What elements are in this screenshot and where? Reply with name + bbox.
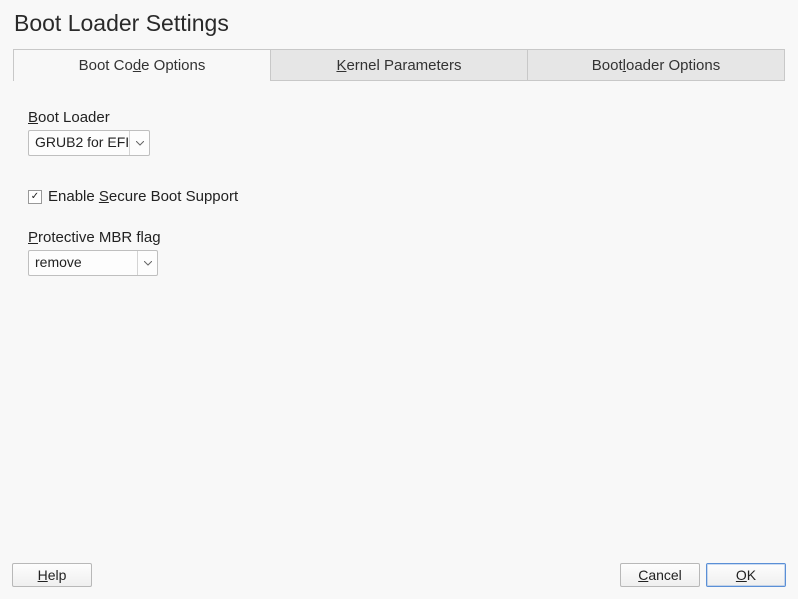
tab-kernel-parameters[interactable]: Kernel Parameters: [270, 49, 528, 80]
tab-bootloader-options[interactable]: Bootloader Options: [527, 49, 785, 80]
page-title: Boot Loader Settings: [0, 0, 798, 43]
button-label: Cancel: [638, 567, 682, 583]
mbr-label: Protective MBR flag: [28, 229, 770, 246]
chevron-down-icon: [137, 251, 157, 275]
footer: Help Cancel OK: [0, 553, 798, 599]
secure-boot-checkbox[interactable]: ✓: [28, 190, 42, 204]
boot-loader-label: Boot Loader: [28, 109, 770, 126]
mbr-select[interactable]: remove: [28, 250, 158, 276]
help-button[interactable]: Help: [12, 563, 92, 587]
cancel-button[interactable]: Cancel: [620, 563, 700, 587]
tabs: Boot Code Options Kernel Parameters Boot…: [13, 49, 785, 81]
chevron-down-icon: [129, 131, 149, 155]
ok-button[interactable]: OK: [706, 563, 786, 587]
button-label: Help: [38, 567, 67, 583]
tab-content: Boot Loader GRUB2 for EFI ✓ Enable Secur…: [0, 81, 798, 276]
button-label: OK: [736, 567, 756, 583]
secure-boot-label: Enable Secure Boot Support: [48, 188, 238, 205]
secure-boot-row: ✓ Enable Secure Boot Support: [28, 188, 770, 205]
tab-label: Boot Code Options: [79, 57, 206, 74]
boot-loader-select[interactable]: GRUB2 for EFI: [28, 130, 150, 156]
tab-label: Kernel Parameters: [336, 57, 461, 74]
tab-boot-code-options[interactable]: Boot Code Options: [13, 49, 271, 80]
tab-label: Bootloader Options: [592, 57, 720, 74]
